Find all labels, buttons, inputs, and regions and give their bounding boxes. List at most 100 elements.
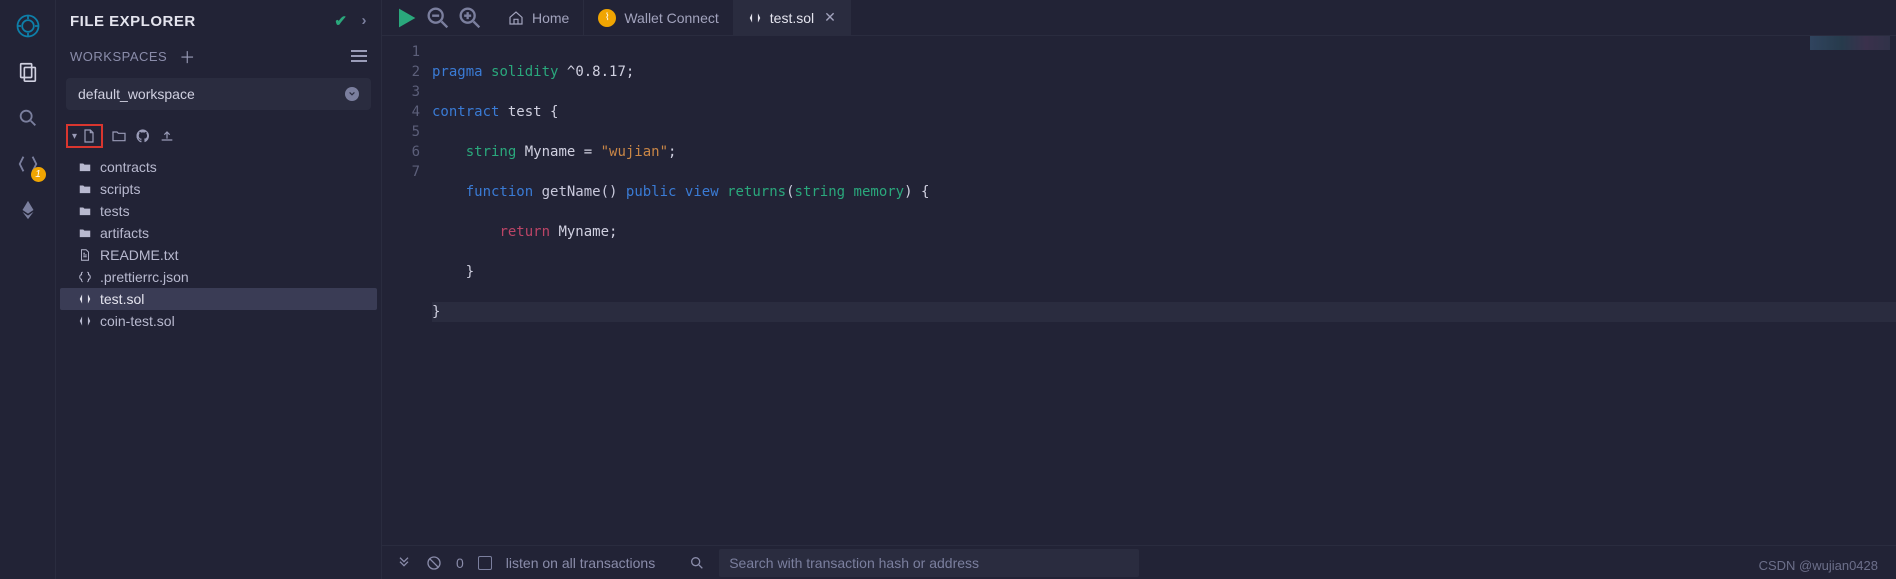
compiler-badge: 1 xyxy=(31,167,46,182)
tree-label: contracts xyxy=(100,159,157,175)
tab-label: test.sol xyxy=(770,10,814,26)
tok: Myname; xyxy=(558,224,617,240)
line-gutter: 1 2 3 4 5 6 7 xyxy=(382,42,432,579)
zoom-out-icon[interactable] xyxy=(424,4,452,32)
tok: test { xyxy=(508,104,559,120)
caret-down-icon[interactable]: ▾ xyxy=(72,131,77,142)
editor-tabs: Home ⌇ Wallet Connect test.sol ✕ xyxy=(494,0,851,35)
workspace-name: default_workspace xyxy=(78,86,195,102)
tree-label: README.txt xyxy=(100,247,179,263)
tab-test-sol[interactable]: test.sol ✕ xyxy=(734,0,851,35)
wallet-connect-icon: ⌇ xyxy=(598,9,616,27)
editor-body[interactable]: 1 2 3 4 5 6 7 pragma solidity ^0.8.17; c… xyxy=(382,36,1896,579)
tok: returns xyxy=(727,184,786,200)
left-rail: 1 xyxy=(0,0,56,579)
search-icon[interactable] xyxy=(689,555,705,571)
file-explorer-panel: FILE EXPLORER ✔ › WORKSPACES ＋ default_w… xyxy=(56,0,382,579)
tok: Myname = xyxy=(525,144,601,160)
tok: view xyxy=(685,184,719,200)
workspace-select[interactable]: default_workspace xyxy=(66,78,371,110)
add-workspace-icon[interactable]: ＋ xyxy=(179,44,196,68)
github-icon[interactable] xyxy=(135,128,151,144)
tok: getName() xyxy=(542,184,618,200)
tree-file-prettierrc[interactable]: .prettierrc.json xyxy=(60,266,377,288)
tok: public xyxy=(626,184,677,200)
hamburger-icon[interactable] xyxy=(351,50,367,62)
tok: pragma xyxy=(432,64,483,80)
tree-folder-contracts[interactable]: contracts xyxy=(60,156,377,178)
explorer-toolbar: ▾ xyxy=(56,120,381,156)
check-icon[interactable]: ✔ xyxy=(334,12,347,30)
statusbar: 0 listen on all transactions xyxy=(382,545,1896,579)
tree-folder-tests[interactable]: tests xyxy=(60,200,377,222)
ban-icon[interactable] xyxy=(426,555,442,571)
tok: "wujian" xyxy=(601,144,668,160)
tok: } xyxy=(432,304,440,320)
tok: string xyxy=(466,144,517,160)
tok: ; xyxy=(668,144,676,160)
close-icon[interactable]: ✕ xyxy=(824,9,836,26)
tree-label: artifacts xyxy=(100,225,149,241)
new-folder-icon[interactable] xyxy=(111,128,127,144)
tok: return xyxy=(499,224,550,240)
upload-icon[interactable] xyxy=(159,128,175,144)
watermark: CSDN @wujian0428 xyxy=(1759,558,1878,573)
tree-label: coin-test.sol xyxy=(100,313,175,329)
tok: } xyxy=(466,264,474,280)
zoom-in-icon[interactable] xyxy=(456,4,484,32)
tok: function xyxy=(466,184,533,200)
tok: string xyxy=(795,184,846,200)
minimap[interactable] xyxy=(1810,36,1890,50)
line-number: 6 xyxy=(382,142,420,162)
compiler-icon[interactable]: 1 xyxy=(14,150,42,178)
tree-label: test.sol xyxy=(100,291,144,307)
line-number: 4 xyxy=(382,102,420,122)
tab-label: Wallet Connect xyxy=(624,10,718,26)
tok: ) { xyxy=(904,184,929,200)
tree-folder-artifacts[interactable]: artifacts xyxy=(60,222,377,244)
tx-search-input[interactable] xyxy=(719,549,1139,577)
file-explorer-icon[interactable] xyxy=(14,58,42,86)
search-icon[interactable] xyxy=(14,104,42,132)
chevron-right-icon[interactable]: › xyxy=(362,12,368,30)
editor-area: Home ⌇ Wallet Connect test.sol ✕ 1 2 3 4 xyxy=(382,0,1896,579)
tree-label: tests xyxy=(100,203,130,219)
home-icon xyxy=(508,10,524,26)
tok: contract xyxy=(432,104,499,120)
tok: solidity xyxy=(491,64,558,80)
tok: ( xyxy=(786,184,794,200)
line-number: 1 xyxy=(382,42,420,62)
line-number: 5 xyxy=(382,122,420,142)
workspaces-label: WORKSPACES xyxy=(70,49,167,64)
tree-label: .prettierrc.json xyxy=(100,269,189,285)
workspace-caret-icon xyxy=(345,87,359,101)
tree-file-readme[interactable]: README.txt xyxy=(60,244,377,266)
line-number: 7 xyxy=(382,162,420,182)
tree-label: scripts xyxy=(100,181,140,197)
tree-file-coin-test-sol[interactable]: coin-test.sol xyxy=(60,310,377,332)
line-number: 2 xyxy=(382,62,420,82)
double-chevron-icon[interactable] xyxy=(396,555,412,571)
explorer-header: FILE EXPLORER ✔ › xyxy=(56,0,381,38)
tree-file-test-sol[interactable]: test.sol xyxy=(60,288,377,310)
code-content[interactable]: pragma solidity ^0.8.17; contract test {… xyxy=(432,42,1896,579)
tok: memory xyxy=(854,184,905,200)
run-button[interactable] xyxy=(392,4,420,32)
line-number: 3 xyxy=(382,82,420,102)
sb-zero: 0 xyxy=(456,555,464,571)
tree-folder-scripts[interactable]: scripts xyxy=(60,178,377,200)
tab-home[interactable]: Home xyxy=(494,0,584,35)
listen-checkbox[interactable] xyxy=(478,556,492,570)
tab-label: Home xyxy=(532,10,569,26)
editor-topbar: Home ⌇ Wallet Connect test.sol ✕ xyxy=(382,0,1896,36)
remix-logo-icon[interactable] xyxy=(14,12,42,40)
new-file-icon[interactable] xyxy=(81,128,97,144)
solidity-icon xyxy=(748,11,762,25)
explorer-title: FILE EXPLORER xyxy=(70,13,196,30)
deploy-icon[interactable] xyxy=(14,196,42,224)
new-file-highlight: ▾ xyxy=(66,124,103,148)
tok: ^0.8.17; xyxy=(567,64,634,80)
tab-wallet-connect[interactable]: ⌇ Wallet Connect xyxy=(584,0,733,35)
workspaces-row: WORKSPACES ＋ xyxy=(56,38,381,76)
file-tree: contracts scripts tests artifacts README… xyxy=(56,156,381,332)
